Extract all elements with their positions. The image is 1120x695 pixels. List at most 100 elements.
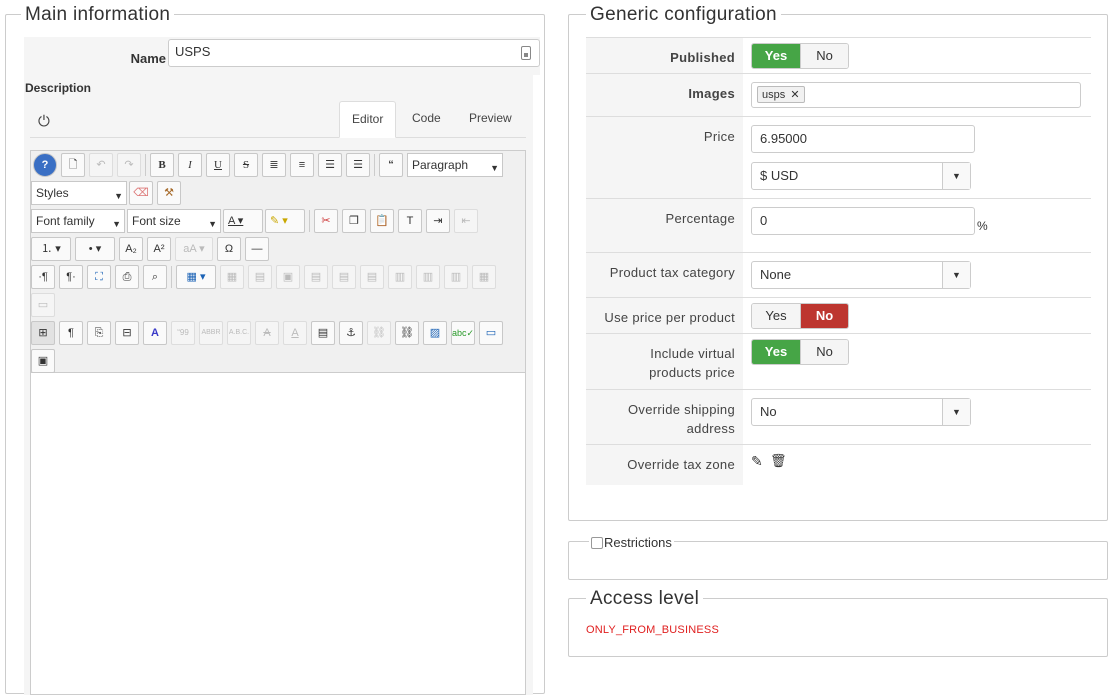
spellcheck-icon[interactable]: abc✓	[451, 321, 475, 345]
bullet-list-icon[interactable]: • ▾	[75, 237, 115, 261]
special-character-icon[interactable]: Ω	[217, 237, 241, 261]
outdent-icon[interactable]: ⇤	[454, 209, 478, 233]
show-blocks-icon[interactable]: ¶	[59, 321, 83, 345]
highlight-color-icon[interactable]: ✎ ▾	[265, 209, 305, 233]
style-props-icon[interactable]: A	[143, 321, 167, 345]
acronym-icon[interactable]: A.B.C.	[227, 321, 251, 345]
table-row-props-icon[interactable]: ▤	[248, 265, 272, 289]
strikethrough-icon[interactable]: S	[234, 153, 258, 177]
wysiwyg-editor[interactable]: ? 🗋 ↶ ↷ B I U S ≣ ≡ ☰ ☰ “ Paragraph ▼ St…	[30, 150, 526, 695]
name-value: USPS	[175, 44, 211, 59]
underline-icon[interactable]: U	[206, 153, 230, 177]
ltr-icon[interactable]: ·¶	[31, 265, 55, 289]
tab-preview[interactable]: Preview	[457, 101, 524, 138]
text-color-icon[interactable]: A ▾	[223, 209, 263, 233]
tax-zone-row: Override tax zone ✎ 🗑	[586, 445, 1091, 485]
blockquote-icon[interactable]: “	[379, 153, 403, 177]
print-icon[interactable]: ⎙	[115, 265, 139, 289]
new-document-icon[interactable]: 🗋	[61, 153, 85, 177]
price-value: 6.95000	[760, 131, 807, 146]
delete-row-icon[interactable]: ▤	[360, 265, 384, 289]
split-cells-icon[interactable]: ▦	[472, 265, 496, 289]
insertion-icon[interactable]: A	[283, 321, 307, 345]
power-icon[interactable]: ⏻	[38, 114, 52, 129]
fullscreen-icon[interactable]: ⛶	[87, 265, 111, 289]
eraser-icon[interactable]: ⌫	[129, 181, 153, 205]
delete-column-icon[interactable]: ▥	[444, 265, 468, 289]
copy-icon[interactable]: ❐	[342, 209, 366, 233]
subscript-icon[interactable]: A₂	[119, 237, 143, 261]
price-input[interactable]: 6.95000	[751, 125, 975, 153]
paste-text-icon[interactable]: T	[398, 209, 422, 233]
template-icon[interactable]: ⎘	[87, 321, 111, 345]
shipping-address-select[interactable]: No ▼	[751, 398, 971, 426]
styles-select[interactable]: Styles ▼	[31, 181, 127, 205]
indent-icon[interactable]: ⇥	[426, 209, 450, 233]
search-binoculars-icon[interactable]: ⌕	[143, 265, 167, 289]
published-row: Published Yes No	[586, 38, 1091, 74]
published-no-button[interactable]: No	[800, 44, 848, 68]
bold-icon[interactable]: B	[150, 153, 174, 177]
anchor-icon[interactable]: ⚓	[339, 321, 363, 345]
editor-toolbar: ? 🗋 ↶ ↷ B I U S ≣ ≡ ☰ ☰ “ Paragraph ▼ St…	[31, 151, 525, 373]
superscript-icon[interactable]: A²	[147, 237, 171, 261]
chevron-down-icon: ▼	[942, 399, 970, 425]
unlink-icon[interactable]: ⛓	[367, 321, 391, 345]
published-yes-button[interactable]: Yes	[752, 44, 800, 68]
horizontal-rule-icon[interactable]: —	[245, 237, 269, 261]
insert-column-before-icon[interactable]: ▥	[388, 265, 412, 289]
media-icon[interactable]: ▭	[479, 321, 503, 345]
trash-icon[interactable]: 🗑	[770, 453, 787, 469]
tab-editor[interactable]: Editor	[339, 101, 397, 138]
align-left-icon[interactable]: ☰	[318, 153, 342, 177]
abbreviation-icon[interactable]: ABBR	[199, 321, 223, 345]
paste-icon[interactable]: 📋	[370, 209, 394, 233]
font-size-select[interactable]: Font size ▼	[127, 209, 221, 233]
align-center-icon[interactable]: ≡	[290, 153, 314, 177]
cite-icon[interactable]: “99	[171, 321, 195, 345]
pencil-icon[interactable]: ✎	[751, 453, 763, 470]
attributes-icon[interactable]: ▤	[311, 321, 335, 345]
percentage-input[interactable]: 0	[751, 207, 975, 235]
insert-row-after-icon[interactable]: ▤	[332, 265, 356, 289]
font-family-select[interactable]: Font family ▼	[31, 209, 125, 233]
restrictions-checkbox[interactable]	[591, 537, 603, 549]
cleanup-broom-icon[interactable]: ⚒	[157, 181, 181, 205]
remove-tag-icon[interactable]: ✕	[790, 89, 799, 101]
delete-table-icon[interactable]: ▦	[220, 265, 244, 289]
preview-icon[interactable]: ▣	[31, 349, 55, 373]
image-icon[interactable]: ▨	[423, 321, 447, 345]
price-per-product-yes-button[interactable]: Yes	[752, 304, 800, 328]
virtual-products-yes-button[interactable]: Yes	[752, 340, 800, 364]
rtl-icon[interactable]: ¶·	[59, 265, 83, 289]
merge-cells-icon[interactable]: ▭	[31, 293, 55, 317]
name-input[interactable]: USPS	[168, 39, 540, 67]
deletion-icon[interactable]: A	[255, 321, 279, 345]
price-per-product-no-button[interactable]: No	[800, 304, 848, 328]
numbered-list-icon[interactable]: ⒈ ▾	[31, 237, 71, 261]
tax-category-select[interactable]: None ▼	[751, 261, 971, 289]
insert-column-after-icon[interactable]: ▥	[416, 265, 440, 289]
visual-aid-icon[interactable]: ⊞	[31, 321, 55, 345]
tab-code[interactable]: Code	[400, 101, 453, 138]
align-justify-icon[interactable]: ≣	[262, 153, 286, 177]
images-input[interactable]: usps ✕	[751, 82, 1081, 108]
help-icon[interactable]: ?	[33, 153, 57, 177]
font-size-adjust-icon[interactable]: aA ▾	[175, 237, 213, 261]
chevron-down-icon[interactable]: ▼	[485, 153, 503, 177]
undo-icon[interactable]: ↶	[89, 153, 113, 177]
virtual-products-no-button[interactable]: No	[800, 340, 848, 364]
cut-icon[interactable]: ✂	[314, 209, 338, 233]
italic-icon[interactable]: I	[178, 153, 202, 177]
table-cell-props-icon[interactable]: ▣	[276, 265, 300, 289]
currency-select[interactable]: $ USD ▼	[751, 162, 971, 190]
chevron-down-icon: ▼	[942, 262, 970, 288]
insert-row-before-icon[interactable]: ▤	[304, 265, 328, 289]
restrictions-fieldset: Restrictions	[568, 535, 1108, 580]
align-right-icon[interactable]: ☰	[346, 153, 370, 177]
page-break-icon[interactable]: ⊟	[115, 321, 139, 345]
toolbar-separator	[309, 210, 310, 232]
redo-icon[interactable]: ↷	[117, 153, 141, 177]
table-icon[interactable]: ▦ ▾	[176, 265, 216, 289]
link-icon[interactable]: ⛓	[395, 321, 419, 345]
